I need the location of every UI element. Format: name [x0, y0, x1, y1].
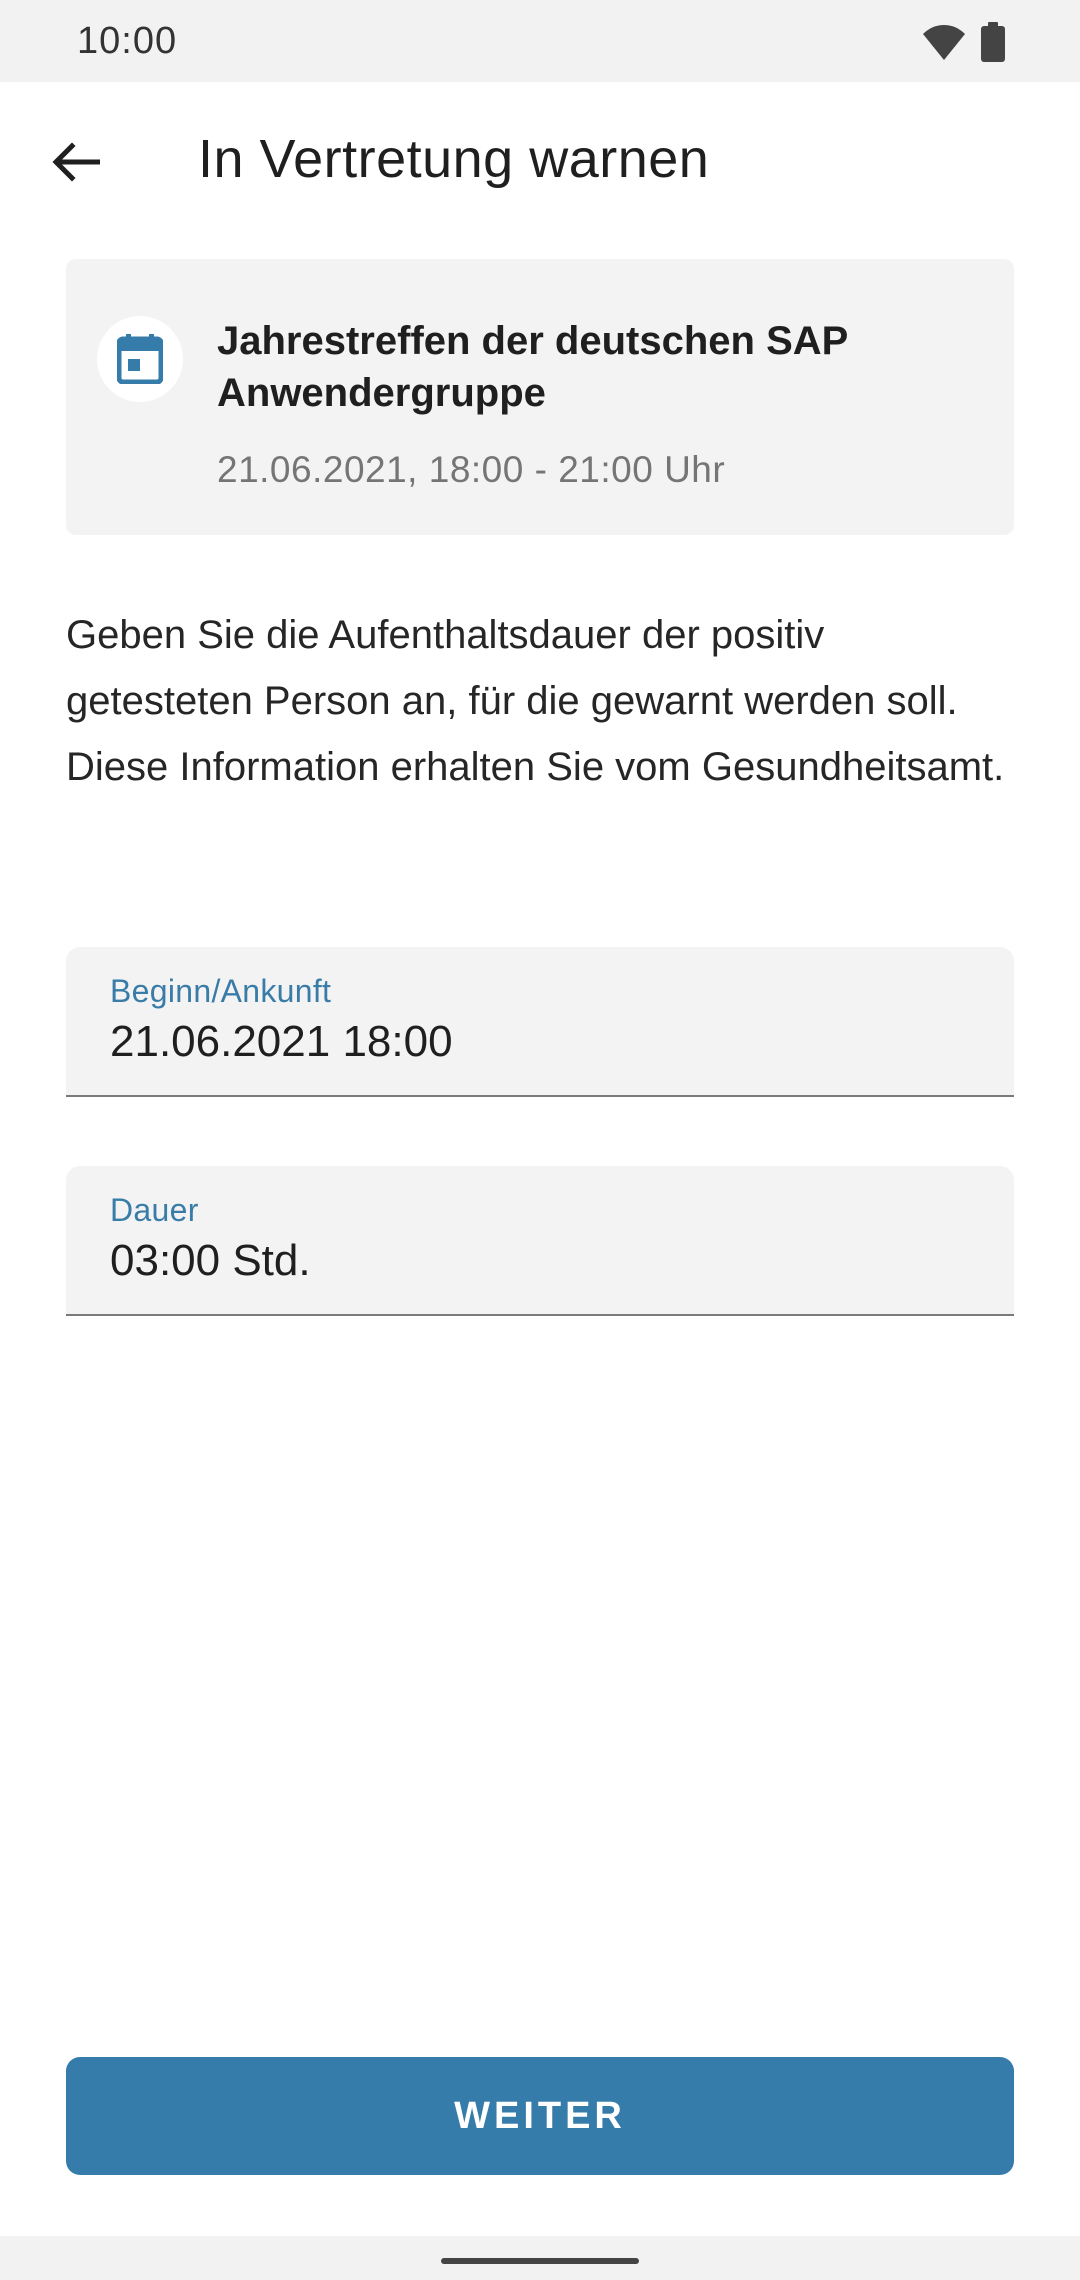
- arrow-back-icon[interactable]: [36, 122, 116, 202]
- duration-field-value: 03:00 Std.: [110, 1236, 311, 1285]
- system-nav-bar: [0, 2236, 1080, 2280]
- page-title: In Vertretung warnen: [198, 129, 710, 189]
- battery-icon: [981, 22, 1005, 62]
- duration-field-label: Dauer: [110, 1192, 199, 1228]
- event-time: 21.06.2021, 18:00 - 21:00 Uhr: [217, 449, 726, 490]
- home-gesture-handle[interactable]: [441, 2258, 639, 2264]
- app-bar: In Vertretung warnen: [0, 82, 1080, 242]
- status-bar: 10:00: [0, 0, 1080, 82]
- calendar-icon: [117, 334, 163, 384]
- duration-field[interactable]: Dauer 03:00 Std.: [66, 1166, 1014, 1316]
- start-field-value: 21.06.2021 18:00: [110, 1017, 453, 1066]
- start-field[interactable]: Beginn/Ankunft 21.06.2021 18:00: [66, 947, 1014, 1097]
- start-field-label: Beginn/Ankunft: [110, 973, 332, 1009]
- event-card: Jahrestreffen der deutschen SAP Anwender…: [66, 259, 1014, 535]
- wifi-icon: [923, 25, 965, 60]
- status-time: 10:00: [77, 20, 178, 62]
- description-text: Geben Sie die Aufenthaltsdauer der posit…: [66, 613, 1005, 789]
- next-button[interactable]: WEITER: [66, 2057, 1014, 2175]
- event-icon-container: [97, 316, 183, 402]
- event-title: Jahrestreffen der deutschen SAP Anwender…: [217, 319, 848, 415]
